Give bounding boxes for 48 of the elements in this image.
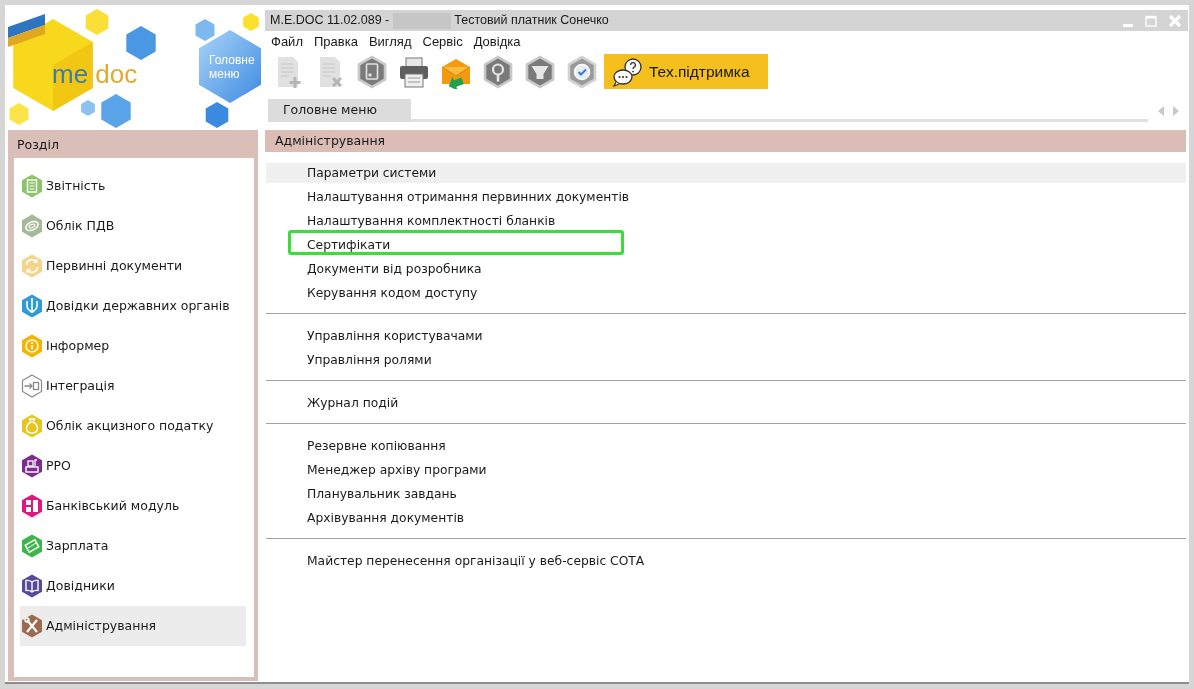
- menu-item[interactable]: Сервіс: [422, 34, 463, 48]
- sidebar-item[interactable]: Довідки державних органів: [20, 286, 246, 326]
- section-header: Адміністрування: [265, 130, 1186, 152]
- menu-item[interactable]: Налаштування комплектності бланків: [266, 211, 1186, 232]
- tab[interactable]: Головне меню: [268, 99, 411, 122]
- menu-item[interactable]: Довідка: [473, 34, 521, 48]
- sidebar-item[interactable]: Облік акцизного податку: [20, 406, 246, 446]
- sidebar-item[interactable]: Банківський модуль: [20, 486, 246, 526]
- menu-item[interactable]: Планувальник завдань: [266, 484, 1186, 505]
- menu-item[interactable]: Правка: [313, 34, 358, 48]
- sidebar-item[interactable]: Інтеграція: [20, 366, 246, 406]
- menu-item[interactable]: Файл: [271, 34, 303, 48]
- menu-item[interactable]: Керування кодом доступу: [266, 283, 1186, 304]
- menu-item[interactable]: Параметри системи: [266, 163, 1186, 184]
- sidebar-item[interactable]: Зарплата: [20, 526, 246, 566]
- menu-item[interactable]: Документи від розробника: [266, 259, 1186, 280]
- menu-item[interactable]: Управління користувачами: [266, 326, 1186, 347]
- sidebar-item[interactable]: РРО: [20, 446, 246, 486]
- sidebar-item[interactable]: Довідники: [20, 566, 246, 606]
- sidebar-item[interactable]: Адміністрування: [20, 606, 246, 646]
- speech-bubbles-icon: [612, 56, 644, 87]
- menu-item[interactable]: Вигляд: [368, 34, 412, 48]
- menu-item[interactable]: Резервне копіювання: [266, 436, 1186, 457]
- right-arrow-icon[interactable]: [1171, 104, 1180, 117]
- close-icon[interactable]: [1168, 13, 1182, 28]
- menu-item[interactable]: Налаштування отримання первинних документів: [266, 187, 1186, 208]
- logo-wordmark: me doc: [52, 61, 138, 87]
- organization-name: Тестовий платник Сонечко: [454, 12, 609, 30]
- menu-item[interactable]: Архівування документів: [266, 508, 1186, 529]
- menu-item[interactable]: Менеджер архіву програми: [266, 460, 1186, 481]
- maximize-icon[interactable]: [1145, 14, 1157, 27]
- sidebar-item[interactable]: Інформер: [20, 326, 246, 366]
- left-arrow-icon[interactable]: [1156, 104, 1165, 117]
- menu-item[interactable]: Сертифікати: [266, 235, 1186, 256]
- sidebar-item[interactable]: Звітність: [20, 166, 246, 206]
- menu-item[interactable]: Майстер перенесення організації у веб-сервіс СОТА: [266, 551, 1186, 572]
- hexagon-funnel-icon[interactable]: [523, 54, 557, 89]
- window-title: M.E.DOC 11.02.089 -: [270, 12, 390, 30]
- menu-item[interactable]: Управління ролями: [266, 350, 1186, 371]
- sidebar-item[interactable]: Облік ПДВ: [20, 206, 246, 246]
- hexagon-check-icon[interactable]: [565, 54, 599, 89]
- hexagon-frame-icon[interactable]: [355, 54, 389, 89]
- support-button[interactable]: Тех.підтримка: [604, 54, 768, 89]
- printer-icon[interactable]: [397, 54, 431, 89]
- hexagon-search-icon[interactable]: [481, 54, 515, 89]
- sidebar-item[interactable]: Первинні документи: [20, 246, 246, 286]
- sidebar-title: Розділ: [16, 136, 60, 155]
- menu-item[interactable]: Журнал подій: [266, 393, 1186, 414]
